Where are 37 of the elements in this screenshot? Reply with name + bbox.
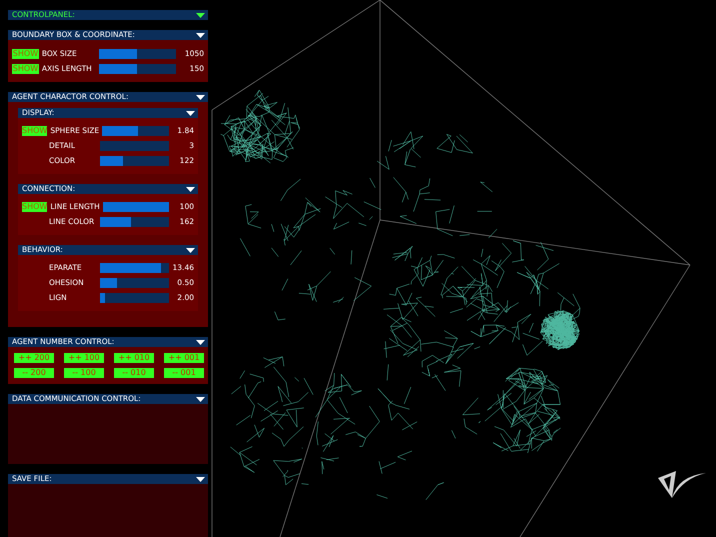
slider-track[interactable] [100,278,169,288]
slider-track[interactable] [98,64,176,74]
collapse-arrow-icon[interactable] [186,110,195,116]
slider-track[interactable] [102,126,170,136]
show-button[interactable]: SHOW [22,126,48,136]
show-button[interactable]: SHOW [22,202,48,212]
collapse-arrow-icon[interactable] [186,248,195,252]
slider-fill[interactable] [98,64,138,74]
show-button[interactable]: SHOW [12,48,39,58]
collapse-arrow-icon[interactable] [196,396,205,402]
collapse-arrow-icon[interactable] [196,32,205,38]
slider-track[interactable] [98,48,176,58]
count-button[interactable]: ++ 200 [14,353,54,363]
slider-fill[interactable] [98,48,138,58]
slider-track[interactable] [100,292,169,302]
collapse-arrow-icon[interactable] [196,476,205,482]
slider-fill[interactable] [100,292,105,302]
collapse-arrow-icon[interactable] [196,12,205,18]
slider-track[interactable] [100,216,169,226]
count-button[interactable]: -- 200 [14,368,54,378]
count-button[interactable]: -- 100 [64,368,104,378]
slider-fill[interactable] [102,126,138,136]
slider-track[interactable] [100,156,169,166]
slider-fill[interactable] [100,156,124,166]
count-button[interactable]: ++ 001 [164,353,204,363]
count-button[interactable]: -- 001 [164,368,204,378]
count-button[interactable]: -- 010 [114,368,154,378]
collapse-arrow-icon[interactable] [196,94,205,100]
collapse-arrow-icon[interactable] [186,186,195,192]
slider-track[interactable] [100,140,169,150]
slider-fill[interactable] [100,278,118,288]
count-button[interactable]: ++ 010 [114,353,154,363]
slider-fill[interactable] [102,202,170,212]
collapse-arrow-icon[interactable] [196,340,205,344]
slider-fill[interactable] [100,216,131,226]
count-button[interactable]: ++ 100 [64,353,104,363]
show-button[interactable]: SHOW [12,64,39,74]
